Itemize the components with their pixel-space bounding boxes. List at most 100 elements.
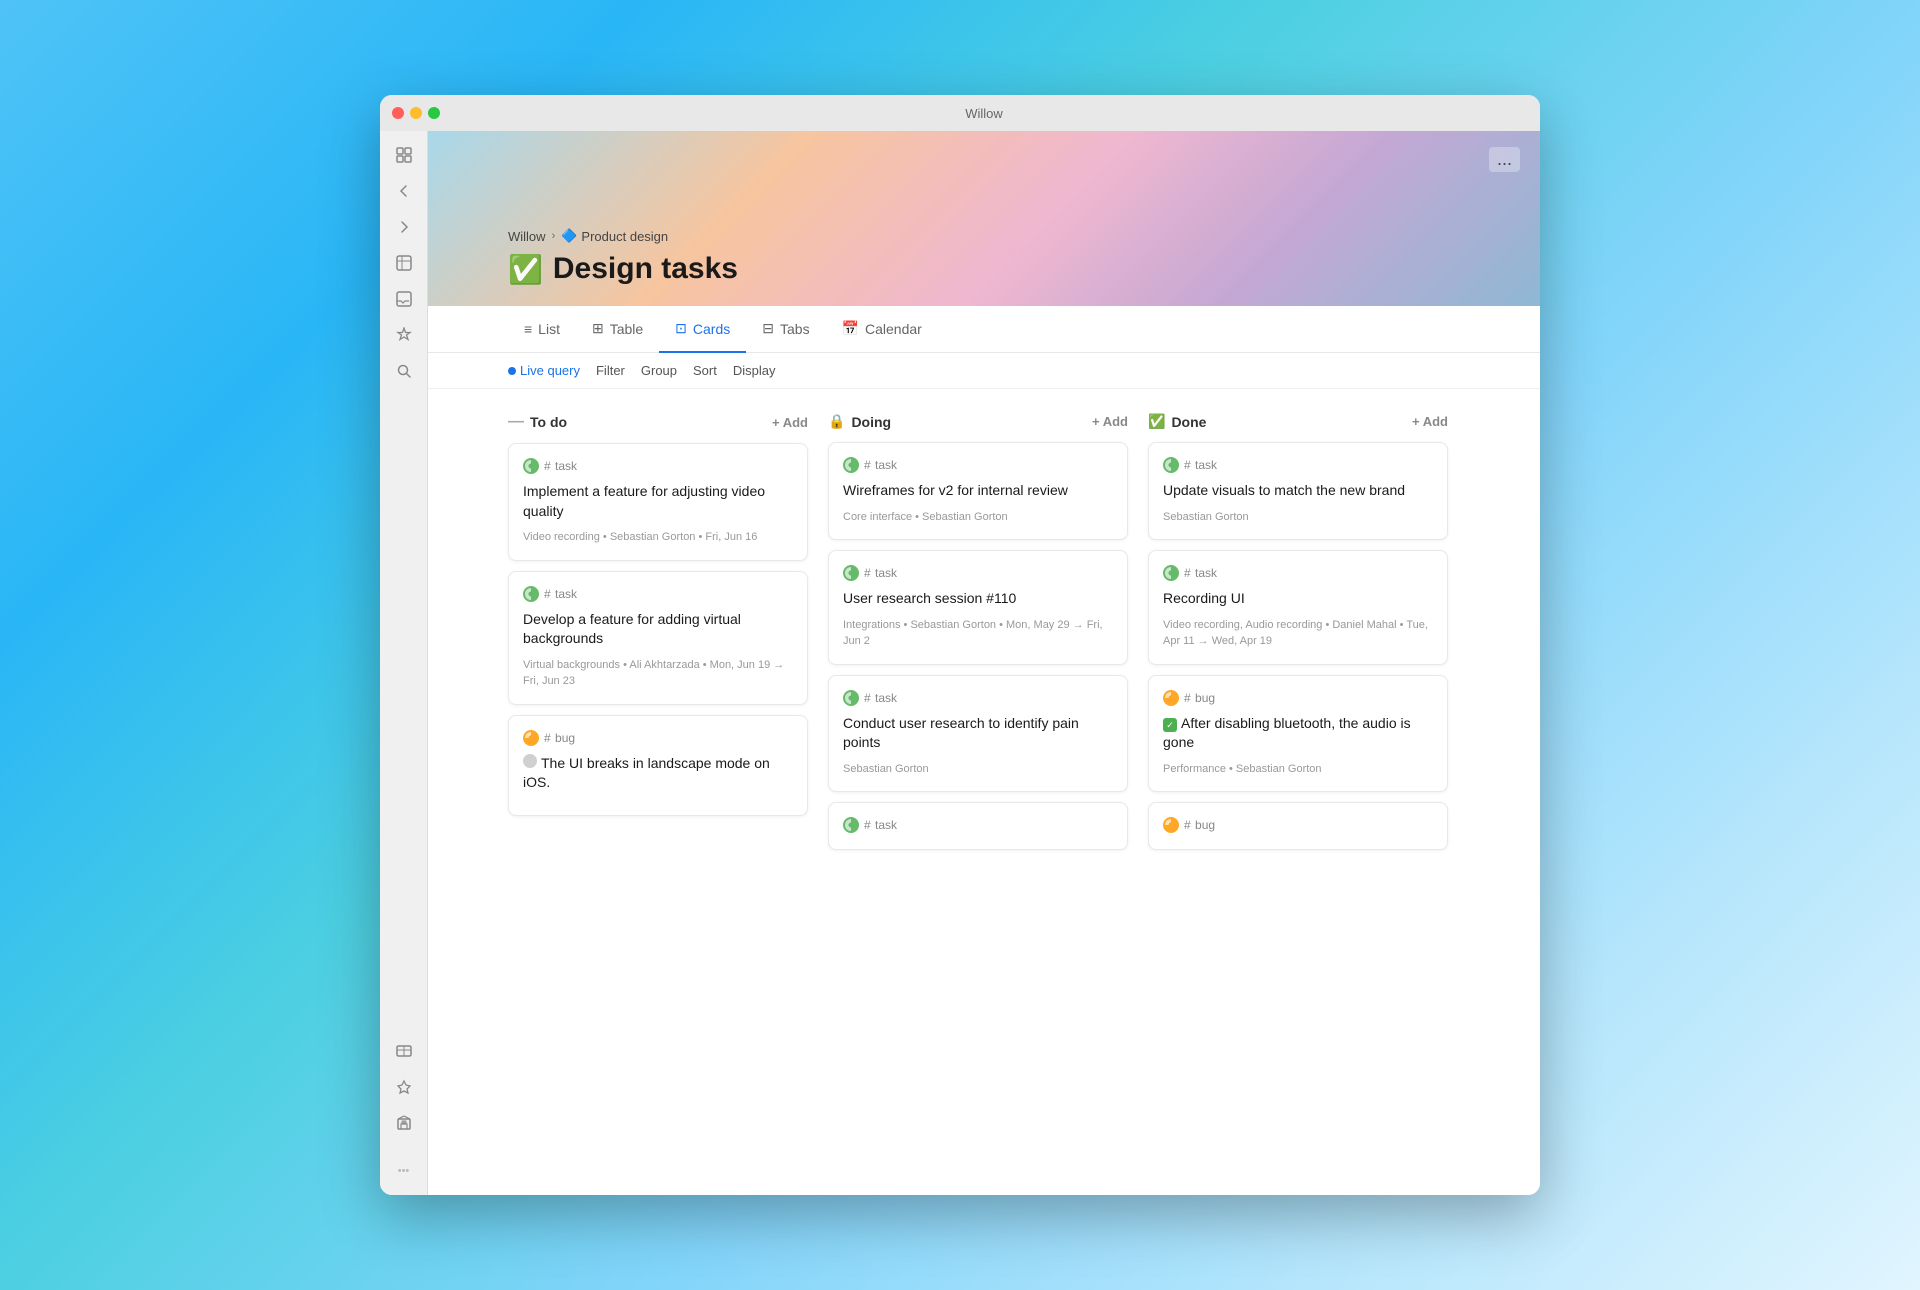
filter-label: Filter (596, 363, 625, 378)
card-todo-2: # task Develop a feature for adding virt… (508, 571, 808, 705)
tag-label: # bug (1184, 691, 1215, 705)
page-title-emoji: ✅ (508, 253, 543, 286)
bug-icon (1163, 817, 1179, 833)
tag-label: # task (864, 566, 897, 580)
group-label: Group (641, 363, 677, 378)
tab-list-label: List (538, 321, 560, 337)
done-add-button[interactable]: + Add (1412, 414, 1448, 429)
tab-table[interactable]: ⊞ Table (576, 306, 659, 353)
card-title: Conduct user research to identify pain p… (843, 714, 1113, 753)
tab-cards-label: Cards (693, 321, 730, 337)
card-meta: Integrations • Sebastian Gorton • Mon, M… (843, 617, 1113, 650)
tag-label: # task (544, 459, 577, 473)
card-title: ✓After disabling bluetooth, the audio is… (1163, 714, 1433, 753)
sidebar-icon-layout[interactable] (388, 139, 420, 171)
tag-label: # task (864, 818, 897, 832)
breadcrumb-current[interactable]: Product design (581, 229, 668, 244)
tag-label: # task (1184, 566, 1217, 580)
card-title: Implement a feature for adjusting video … (523, 482, 793, 521)
status-circle (523, 754, 537, 768)
card-tag: # task (1163, 565, 1433, 581)
sidebar-icon-star[interactable] (388, 319, 420, 351)
sort-label: Sort (693, 363, 717, 378)
column-todo: — To do + Add # task Implement a feature… (508, 413, 808, 865)
sidebar-icon-building[interactable] (388, 1107, 420, 1139)
group-button[interactable]: Group (641, 363, 677, 378)
live-query-filter[interactable]: Live query (508, 363, 580, 378)
card-tag: # task (843, 565, 1113, 581)
minimize-button[interactable] (410, 107, 422, 119)
task-icon (523, 586, 539, 602)
sidebar-icon-table2[interactable] (388, 1035, 420, 1067)
page-title: ✅ Design tasks (508, 252, 738, 286)
display-button[interactable]: Display (733, 363, 776, 378)
breadcrumb-separator: › (552, 230, 556, 242)
card-tag: # task (843, 457, 1113, 473)
main-content: Willow › 🔷 Product design ✅ Design tasks… (428, 131, 1540, 1195)
filter-button[interactable]: Filter (596, 363, 625, 378)
traffic-lights (392, 107, 440, 119)
filter-bar: Live query Filter Group Sort Display (428, 353, 1540, 389)
column-done: ✅ Done + Add # task Update visuals to ma… (1148, 413, 1448, 865)
card-tag: # task (843, 817, 1113, 833)
card-done-4: # bug (1148, 802, 1448, 850)
done-check-icon: ✓ (1163, 718, 1177, 732)
card-title: User research session #110 (843, 589, 1113, 609)
todo-add-button[interactable]: + Add (772, 415, 808, 430)
hero-menu-button[interactable]: ... (1489, 147, 1520, 172)
column-doing: 🔒 Doing + Add # task Wireframes for v2 f… (828, 413, 1128, 865)
card-todo-3: # bug The UI breaks in landscape mode on… (508, 715, 808, 816)
tab-table-label: Table (610, 321, 643, 337)
card-doing-4: # task (828, 802, 1128, 850)
sidebar-icon-grid[interactable] (388, 247, 420, 279)
live-query-label: Live query (520, 363, 580, 378)
column-doing-header: 🔒 Doing + Add (828, 413, 1128, 430)
card-todo-1: # task Implement a feature for adjusting… (508, 443, 808, 561)
sidebar-icon-inbox[interactable] (388, 283, 420, 315)
breadcrumb-icon: 🔷 (561, 228, 577, 244)
bug-icon (1163, 690, 1179, 706)
tag-label: # bug (1184, 818, 1215, 832)
app-body: ••• Willow › 🔷 Product design ✅ (380, 131, 1540, 1195)
doing-icon: 🔒 (828, 413, 845, 430)
list-icon: ≡ (524, 321, 532, 337)
task-icon (1163, 457, 1179, 473)
display-label: Display (733, 363, 776, 378)
task-icon (843, 690, 859, 706)
card-tag: # bug (1163, 690, 1433, 706)
sidebar-icon-pin[interactable] (388, 1071, 420, 1103)
card-meta: Performance • Sebastian Gorton (1163, 761, 1433, 778)
tag-label: # task (864, 691, 897, 705)
tab-tabs[interactable]: ⊟ Tabs (746, 306, 825, 353)
card-meta: Sebastian Gorton (843, 761, 1113, 778)
card-title: Develop a feature for adding virtual bac… (523, 610, 793, 649)
hero-banner: Willow › 🔷 Product design ✅ Design tasks… (428, 131, 1540, 306)
card-title: Recording UI (1163, 589, 1433, 609)
task-icon (843, 817, 859, 833)
doing-add-button[interactable]: + Add (1092, 414, 1128, 429)
card-meta: Sebastian Gorton (1163, 509, 1433, 526)
sidebar-icon-forward[interactable] (388, 211, 420, 243)
nav-tabs: ≡ List ⊞ Table ⊡ Cards ⊟ Tabs (428, 306, 1540, 353)
breadcrumb: Willow › 🔷 Product design (508, 228, 738, 244)
column-todo-header: — To do + Add (508, 413, 808, 431)
maximize-button[interactable] (428, 107, 440, 119)
close-button[interactable] (392, 107, 404, 119)
sort-button[interactable]: Sort (693, 363, 717, 378)
boards-container: — To do + Add # task Implement a feature… (428, 389, 1540, 889)
tab-tabs-label: Tabs (780, 321, 810, 337)
card-doing-3: # task Conduct user research to identify… (828, 675, 1128, 793)
sidebar-icon-search[interactable] (388, 355, 420, 387)
calendar-icon: 📅 (842, 320, 859, 337)
card-meta: Video recording • Sebastian Gorton • Fri… (523, 529, 793, 546)
tab-cards[interactable]: ⊡ Cards (659, 306, 746, 353)
breadcrumb-parent[interactable]: Willow (508, 229, 546, 244)
sidebar-more[interactable]: ••• (388, 1155, 420, 1187)
tab-calendar[interactable]: 📅 Calendar (826, 306, 938, 353)
card-meta: Core interface • Sebastian Gorton (843, 509, 1113, 526)
card-tag: # task (1163, 457, 1433, 473)
tab-list[interactable]: ≡ List (508, 307, 576, 353)
card-title: Update visuals to match the new brand (1163, 481, 1433, 501)
sidebar-icon-back[interactable] (388, 175, 420, 207)
card-tag: # task (843, 690, 1113, 706)
